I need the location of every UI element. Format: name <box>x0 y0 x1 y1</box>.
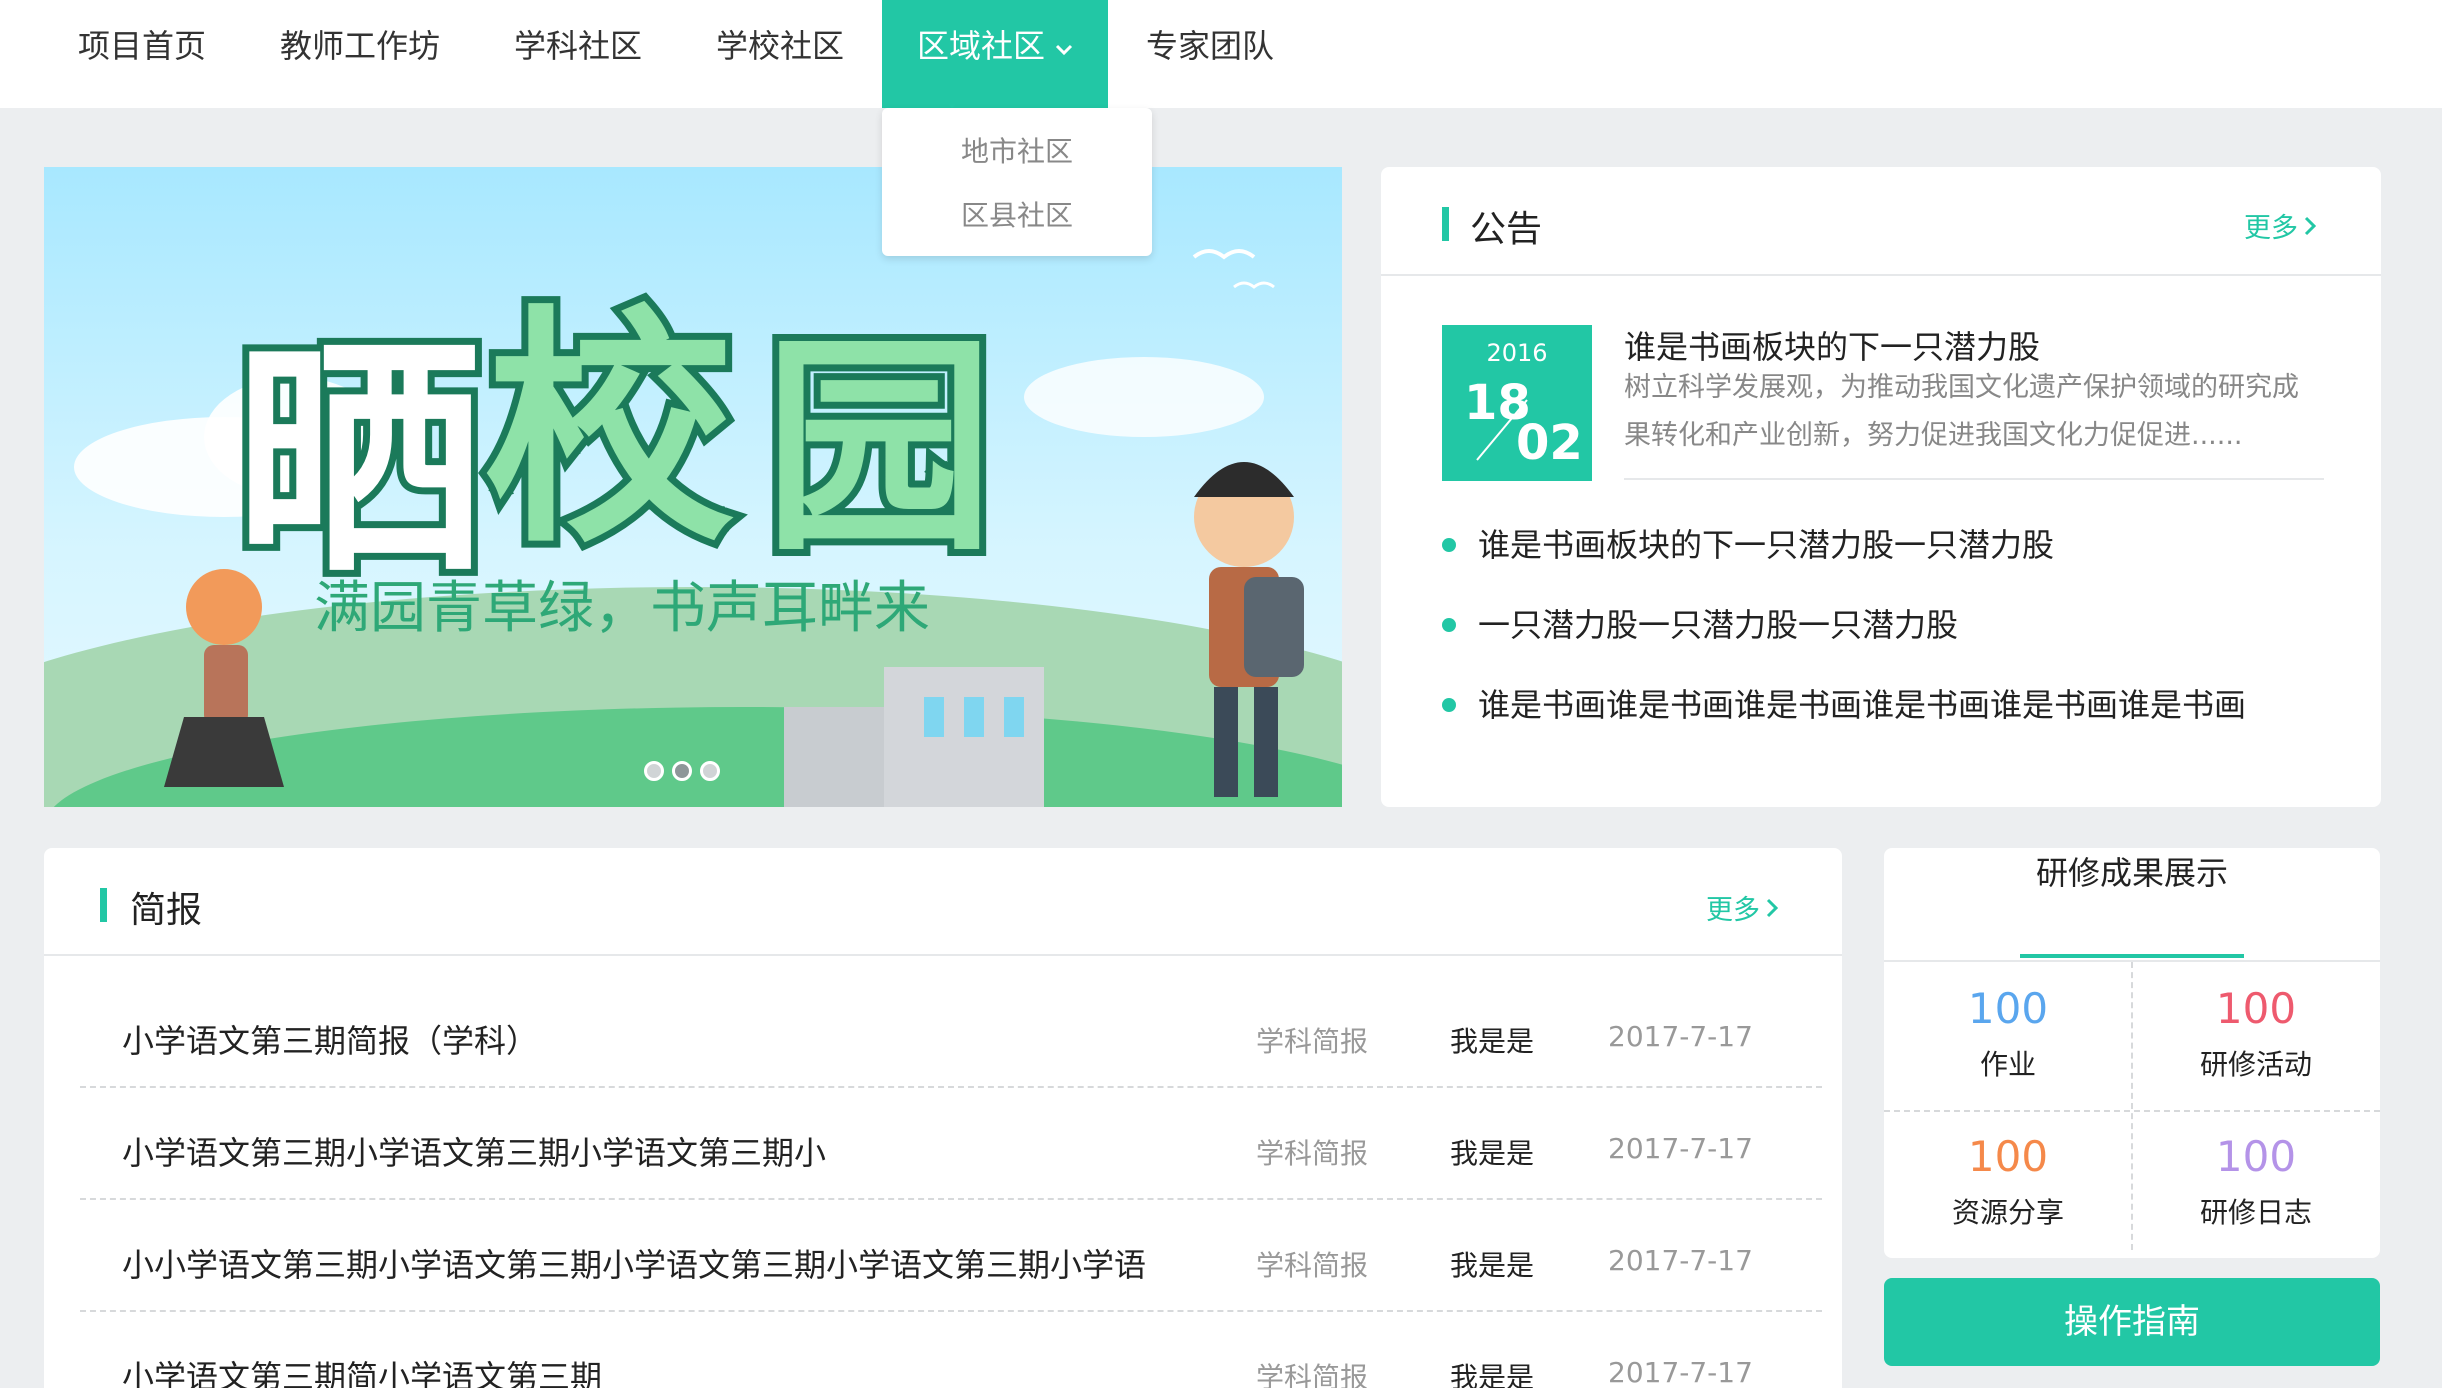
result-label: 研修日志 <box>2199 1196 2312 1229</box>
brief-row[interactable]: 小学语文第三期小学语文第三期小学语文第三期小 学科简报 我是是 2017-7-1… <box>80 1088 1822 1200</box>
top-nav: 项目首页 教师工作坊 学科社区 学校社区 区域社区 专家团队 <box>0 0 2442 108</box>
carousel-dot-3[interactable] <box>700 761 720 781</box>
brief-row-title: 小小学语文第三期小学语文第三期小学语文第三期小学语文第三期小学语 <box>122 1246 1147 1284</box>
notice-item-text: 谁是书画谁是书画谁是书画谁是书画谁是书画谁是书画 <box>1478 686 2247 724</box>
bullet-icon <box>1442 698 1456 712</box>
notice-list-item[interactable]: 一只潜力股一只潜力股一只潜力股 <box>1442 600 1958 646</box>
chevron-right-icon <box>1766 894 1779 925</box>
dropdown-item-city[interactable]: 地市社区 <box>882 130 1152 170</box>
date-month: 02 <box>1516 415 1583 471</box>
brief-row-title: 小学语文第三期小学语文第三期小学语文第三期小 <box>122 1134 827 1172</box>
brief-row[interactable]: 小学语文第三期简报（学科） 学科简报 我是是 2017-7-17 <box>80 976 1822 1088</box>
banner-slogan: 满园青草绿，书声耳畔来 <box>314 576 930 641</box>
result-activities[interactable]: 100 研修活动 <box>2132 984 2380 1083</box>
brief-row-author: 我是是 <box>1450 1025 1535 1058</box>
banner-illustration: 晒 校 园 满园青草绿，书声耳畔来 <box>44 249 1342 807</box>
brief-divider <box>44 954 1842 956</box>
result-value: 100 <box>2215 984 2297 1033</box>
notice-date-badge: 2016 18 02 <box>1442 325 1592 481</box>
result-value: 100 <box>2215 1132 2297 1181</box>
section-marker <box>1442 207 1449 241</box>
nav-label: 项目首页 <box>77 27 206 65</box>
brief-row-author: 我是是 <box>1450 1249 1535 1282</box>
brief-row-title: 小学语文第三期简小学语文第三期 <box>122 1358 603 1388</box>
banner-headline: 晒 校 园 <box>227 278 1001 613</box>
brief-row[interactable]: 小小学语文第三期小学语文第三期小学语文第三期小学语文第三期小学语 学科简报 我是… <box>80 1200 1822 1312</box>
brief-row-category: 学科简报 <box>1256 1249 1369 1282</box>
brief-row-date: 2017-7-17 <box>1608 1356 1753 1388</box>
svg-text:晒: 晒 <box>234 315 484 606</box>
nav-label: 专家团队 <box>1145 27 1274 65</box>
result-resources[interactable]: 100 资源分享 <box>1884 1132 2132 1231</box>
nav-item-home[interactable]: 项目首页 <box>60 0 224 108</box>
nav-label: 区域社区 <box>916 27 1045 65</box>
guide-button[interactable]: 操作指南 <box>1884 1278 2380 1366</box>
dropdown-item-county[interactable]: 区县社区 <box>882 194 1152 234</box>
nav-item-subject-community[interactable]: 学科社区 <box>496 0 660 108</box>
result-journal[interactable]: 100 研修日志 <box>2132 1132 2380 1231</box>
notice-item-text: 一只潜力股一只潜力股一只潜力股 <box>1478 606 1959 644</box>
brief-row[interactable]: 小学语文第三期简小学语文第三期 学科简报 我是是 2017-7-17 <box>80 1312 1822 1388</box>
brief-more-link[interactable]: 更多 <box>1706 888 1779 927</box>
nav-item-experts[interactable]: 专家团队 <box>1128 0 1292 108</box>
result-label: 资源分享 <box>1951 1196 2064 1229</box>
bullet-icon <box>1442 538 1456 552</box>
region-dropdown: 地市社区 区县社区 <box>882 108 1152 256</box>
notice-item-text: 谁是书画板块的下一只潜力股一只潜力股 <box>1478 526 2055 564</box>
nav-item-school-community[interactable]: 学校社区 <box>698 0 862 108</box>
brief-row-title: 小学语文第三期简报（学科） <box>122 1022 539 1060</box>
brief-row-date: 2017-7-17 <box>1608 1244 1753 1277</box>
svg-text:校: 校 <box>484 285 734 576</box>
nav-label: 教师工作坊 <box>279 27 440 65</box>
nav-label: 学校社区 <box>715 27 844 65</box>
brief-row-category: 学科简报 <box>1256 1361 1369 1388</box>
brief-row-date: 2017-7-17 <box>1608 1132 1753 1165</box>
carousel-dot-1[interactable] <box>644 761 664 781</box>
grid-divider-horizontal <box>1884 1110 2380 1112</box>
featured-notice-title[interactable]: 谁是书画板块的下一只潜力股 <box>1624 322 2040 368</box>
more-label: 更多 <box>2244 213 2298 244</box>
chevron-right-icon <box>2304 212 2317 243</box>
brief-row-author: 我是是 <box>1450 1361 1535 1388</box>
carousel-dot-2[interactable] <box>672 761 692 781</box>
tab-results[interactable]: 研修成果展示 <box>1884 848 2380 894</box>
notice-divider <box>1381 274 2381 276</box>
result-label: 作业 <box>1979 1048 2036 1081</box>
nav-item-workshop[interactable]: 教师工作坊 <box>262 0 458 108</box>
more-label: 更多 <box>1706 895 1760 926</box>
notice-title: 公告 <box>1470 209 1543 250</box>
banner-carousel[interactable]: 晒 校 园 满园青草绿，书声耳畔来 <box>44 167 1342 807</box>
featured-divider <box>1624 478 2324 480</box>
brief-row-category: 学科简报 <box>1256 1137 1369 1170</box>
result-homework[interactable]: 100 作业 <box>1884 984 2132 1083</box>
result-label: 研修活动 <box>2199 1048 2312 1081</box>
result-value: 100 <box>1967 984 2049 1033</box>
date-year: 2016 <box>1486 339 1548 367</box>
brief-title: 简报 <box>130 890 203 931</box>
nav-active-pointer <box>934 92 970 108</box>
featured-notice-desc: 树立科学发展观，为推动我国文化遗产保护领域的研究成果转化和产业创新，努力促进我国… <box>1624 372 2299 451</box>
tab-active-underline <box>2020 954 2244 958</box>
brief-row-category: 学科简报 <box>1256 1025 1369 1058</box>
notice-more-link[interactable]: 更多 <box>2244 206 2317 245</box>
brief-row-date: 2017-7-17 <box>1608 1020 1753 1053</box>
section-marker <box>100 888 107 922</box>
result-value: 100 <box>1967 1132 2049 1181</box>
nav-label: 学科社区 <box>513 27 642 65</box>
chevron-down-icon <box>1055 0 1073 91</box>
svg-text:园: 园 <box>764 315 994 582</box>
notice-list-item[interactable]: 谁是书画谁是书画谁是书画谁是书画谁是书画谁是书画 <box>1442 680 2246 726</box>
bullet-icon <box>1442 618 1456 632</box>
brief-row-author: 我是是 <box>1450 1137 1535 1170</box>
notice-list-item[interactable]: 谁是书画板块的下一只潜力股一只潜力股 <box>1442 520 2054 566</box>
nav-item-region-community[interactable]: 区域社区 <box>882 0 1108 108</box>
